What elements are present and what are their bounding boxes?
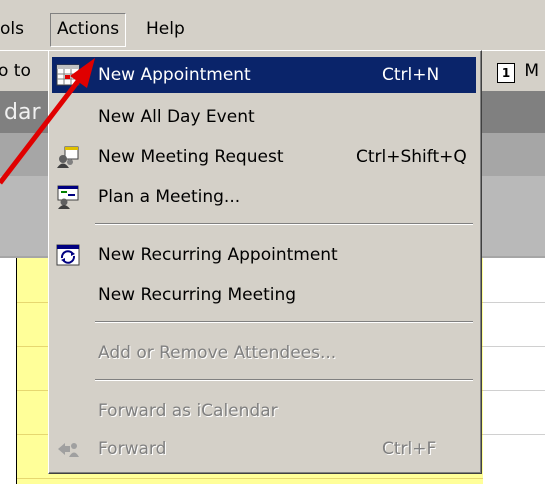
side-pane-line xyxy=(483,346,545,347)
menu-item-new-recurring-meeting[interactable]: New Recurring Meeting xyxy=(52,277,476,313)
menu-item-label: New Recurring Meeting xyxy=(98,285,297,305)
menu-bar: ols Actions Help xyxy=(0,0,545,50)
menu-item-shortcut: Ctrl+F xyxy=(382,439,437,459)
forward-icon xyxy=(58,443,79,457)
menu-item-plan-a-meeting[interactable]: Plan a Meeting... xyxy=(52,179,476,215)
menu-separator xyxy=(95,223,473,225)
menu-item-label: Forward as iCalendar xyxy=(98,401,278,421)
menu-item-label: New Recurring Appointment xyxy=(98,245,338,265)
side-pane-line xyxy=(483,434,545,435)
menu-item-label: Add or Remove Attendees... xyxy=(98,343,337,363)
menu-actions-label: Actions xyxy=(57,19,120,39)
menu-item-label: New Meeting Request xyxy=(98,147,284,167)
menu-separator xyxy=(95,321,473,323)
menu-item-label: Plan a Meeting... xyxy=(98,187,241,207)
menu-help[interactable]: Help xyxy=(140,14,191,44)
menu-item-new-all-day-event[interactable]: New All Day Event xyxy=(52,99,476,135)
menu-item-shortcut: Ctrl+N xyxy=(382,65,440,85)
calendar-day-icon[interactable]: 1 xyxy=(497,63,515,83)
menu-item-forward-icalendar: Forward as iCalendar xyxy=(52,393,476,429)
side-pane-line xyxy=(483,390,545,391)
menu-item-label: New Appointment xyxy=(98,65,251,85)
menu-actions[interactable]: Actions xyxy=(50,13,127,47)
menu-item-label: New All Day Event xyxy=(98,107,255,127)
menu-item-new-meeting-request[interactable]: New Meeting Request Ctrl+Shift+Q xyxy=(52,139,476,175)
menu-help-label: Help xyxy=(146,19,185,39)
time-slot-line xyxy=(17,478,537,479)
toolbar-right-label[interactable]: M xyxy=(524,61,539,81)
menu-separator xyxy=(95,379,473,381)
folder-banner-title: dar xyxy=(4,100,41,125)
menu-item-shortcut: Ctrl+Shift+Q xyxy=(356,147,467,167)
menu-item-label: Forward xyxy=(98,439,167,459)
menu-item-new-appointment[interactable]: New Appointment Ctrl+N xyxy=(52,57,476,93)
goto-button[interactable]: o to xyxy=(0,61,31,81)
menu-item-add-remove-attendees: Add or Remove Attendees... xyxy=(52,335,476,371)
meeting-request-icon xyxy=(57,146,79,168)
actions-dropdown-menu: New Appointment Ctrl+N New All Day Event… xyxy=(48,50,482,474)
plan-meeting-icon xyxy=(57,185,79,209)
menu-tools-label: ols xyxy=(0,19,24,39)
appointment-icon xyxy=(56,64,80,86)
recurring-appointment-icon xyxy=(56,244,80,266)
side-pane-line xyxy=(483,302,545,303)
menu-item-new-recurring-appointment[interactable]: New Recurring Appointment xyxy=(52,237,476,273)
menu-tools[interactable]: ols xyxy=(0,14,30,44)
menu-item-forward: Forward Ctrl+F xyxy=(52,431,476,467)
calendar-side-pane xyxy=(483,258,545,484)
